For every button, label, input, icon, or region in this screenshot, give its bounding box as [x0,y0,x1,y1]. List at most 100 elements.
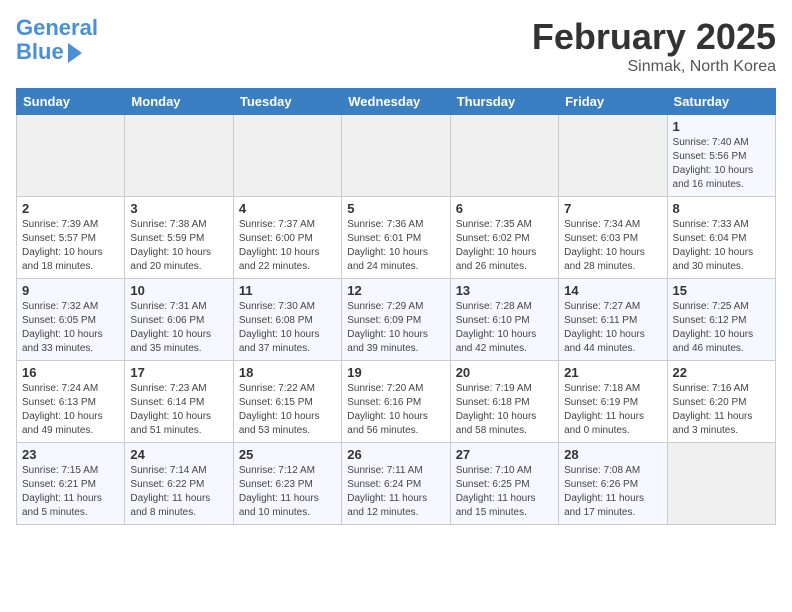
calendar-day-cell: 19 Sunrise: 7:20 AM Sunset: 6:16 PM Dayli… [342,361,450,443]
day-info: Sunrise: 7:40 AM Sunset: 5:56 PM Dayligh… [673,136,770,192]
day-number: 3 [130,201,227,216]
day-info: Sunrise: 7:34 AM Sunset: 6:03 PM Dayligh… [564,218,661,274]
day-number: 12 [347,283,444,298]
calendar-day-cell [17,115,125,197]
col-header-thursday: Thursday [450,89,558,115]
day-number: 17 [130,365,227,380]
calendar-day-cell: 13 Sunrise: 7:28 AM Sunset: 6:10 PM Dayli… [450,279,558,361]
day-number: 20 [456,365,553,380]
calendar-day-cell: 10Sunrise: 7:31 AM Sunset: 6:06 PM Dayli… [125,279,233,361]
day-number: 5 [347,201,444,216]
day-number: 28 [564,447,661,462]
day-info: Sunrise: 7:12 AM Sunset: 6:23 PM Dayligh… [239,464,336,520]
calendar-header-row: SundayMondayTuesdayWednesdayThursdayFrid… [17,89,776,115]
calendar-day-cell: 7 Sunrise: 7:34 AM Sunset: 6:03 PM Daylig… [559,197,667,279]
day-number: 16 [22,365,119,380]
calendar-week-row: 16 Sunrise: 7:24 AM Sunset: 6:13 PM Dayli… [17,361,776,443]
calendar-table: SundayMondayTuesdayWednesdayThursdayFrid… [16,88,776,525]
calendar-day-cell: 9 Sunrise: 7:32 AM Sunset: 6:05 PM Daylig… [17,279,125,361]
col-header-friday: Friday [559,89,667,115]
col-header-sunday: Sunday [17,89,125,115]
day-info: Sunrise: 7:14 AM Sunset: 6:22 PM Dayligh… [130,464,227,520]
day-number: 4 [239,201,336,216]
calendar-day-cell: 21 Sunrise: 7:18 AM Sunset: 6:19 PM Dayli… [559,361,667,443]
calendar-day-cell: 5 Sunrise: 7:36 AM Sunset: 6:01 PM Daylig… [342,197,450,279]
day-number: 13 [456,283,553,298]
logo-text: General [16,16,98,40]
calendar-day-cell: 2 Sunrise: 7:39 AM Sunset: 5:57 PM Daylig… [17,197,125,279]
title-block: February 2025 Sinmak, North Korea [532,16,776,76]
location: Sinmak, North Korea [532,58,776,76]
day-number: 21 [564,365,661,380]
calendar-day-cell: 1 Sunrise: 7:40 AM Sunset: 5:56 PM Daylig… [667,115,775,197]
day-info: Sunrise: 7:20 AM Sunset: 6:16 PM Dayligh… [347,382,444,438]
calendar-day-cell: 14Sunrise: 7:27 AM Sunset: 6:11 PM Dayli… [559,279,667,361]
day-number: 11 [239,283,336,298]
calendar-week-row: 1 Sunrise: 7:40 AM Sunset: 5:56 PM Daylig… [17,115,776,197]
calendar-day-cell: 12 Sunrise: 7:29 AM Sunset: 6:09 PM Dayli… [342,279,450,361]
page-header: General Blue February 2025 Sinmak, North… [16,16,776,76]
calendar-day-cell [667,443,775,525]
month-title: February 2025 [532,16,776,58]
calendar-day-cell: 6 Sunrise: 7:35 AM Sunset: 6:02 PM Daylig… [450,197,558,279]
day-info: Sunrise: 7:24 AM Sunset: 6:13 PM Dayligh… [22,382,119,438]
day-number: 23 [22,447,119,462]
day-info: Sunrise: 7:38 AM Sunset: 5:59 PM Dayligh… [130,218,227,274]
day-info: Sunrise: 7:35 AM Sunset: 6:02 PM Dayligh… [456,218,553,274]
day-info: Sunrise: 7:10 AM Sunset: 6:25 PM Dayligh… [456,464,553,520]
day-number: 27 [456,447,553,462]
day-number: 26 [347,447,444,462]
logo-general: General [16,15,98,40]
day-number: 25 [239,447,336,462]
day-number: 1 [673,119,770,134]
calendar-day-cell: 8 Sunrise: 7:33 AM Sunset: 6:04 PM Daylig… [667,197,775,279]
calendar-day-cell [559,115,667,197]
calendar-week-row: 9 Sunrise: 7:32 AM Sunset: 6:05 PM Daylig… [17,279,776,361]
day-number: 15 [673,283,770,298]
calendar-day-cell: 17 Sunrise: 7:23 AM Sunset: 6:14 PM Dayli… [125,361,233,443]
day-info: Sunrise: 7:16 AM Sunset: 6:20 PM Dayligh… [673,382,770,438]
day-info: Sunrise: 7:18 AM Sunset: 6:19 PM Dayligh… [564,382,661,438]
logo: General Blue [16,16,98,64]
calendar-day-cell: 18Sunrise: 7:22 AM Sunset: 6:15 PM Dayli… [233,361,341,443]
calendar-day-cell [450,115,558,197]
calendar-day-cell [342,115,450,197]
calendar-day-cell: 22 Sunrise: 7:16 AM Sunset: 6:20 PM Dayli… [667,361,775,443]
calendar-day-cell [233,115,341,197]
day-number: 6 [456,201,553,216]
day-info: Sunrise: 7:39 AM Sunset: 5:57 PM Dayligh… [22,218,119,274]
day-number: 22 [673,365,770,380]
day-number: 8 [673,201,770,216]
calendar-day-cell [125,115,233,197]
calendar-day-cell: 26Sunrise: 7:11 AM Sunset: 6:24 PM Dayli… [342,443,450,525]
calendar-day-cell: 28Sunrise: 7:08 AM Sunset: 6:26 PM Dayli… [559,443,667,525]
day-number: 2 [22,201,119,216]
calendar-day-cell: 15 Sunrise: 7:25 AM Sunset: 6:12 PM Dayli… [667,279,775,361]
day-info: Sunrise: 7:32 AM Sunset: 6:05 PM Dayligh… [22,300,119,356]
day-number: 24 [130,447,227,462]
col-header-saturday: Saturday [667,89,775,115]
day-number: 19 [347,365,444,380]
logo-arrow-icon [68,43,82,63]
logo-blue: Blue [16,40,64,64]
day-info: Sunrise: 7:29 AM Sunset: 6:09 PM Dayligh… [347,300,444,356]
day-info: Sunrise: 7:37 AM Sunset: 6:00 PM Dayligh… [239,218,336,274]
day-info: Sunrise: 7:33 AM Sunset: 6:04 PM Dayligh… [673,218,770,274]
day-info: Sunrise: 7:25 AM Sunset: 6:12 PM Dayligh… [673,300,770,356]
day-info: Sunrise: 7:36 AM Sunset: 6:01 PM Dayligh… [347,218,444,274]
day-number: 14 [564,283,661,298]
day-info: Sunrise: 7:15 AM Sunset: 6:21 PM Dayligh… [22,464,119,520]
calendar-day-cell: 27 Sunrise: 7:10 AM Sunset: 6:25 PM Dayli… [450,443,558,525]
day-info: Sunrise: 7:28 AM Sunset: 6:10 PM Dayligh… [456,300,553,356]
day-info: Sunrise: 7:23 AM Sunset: 6:14 PM Dayligh… [130,382,227,438]
day-number: 9 [22,283,119,298]
calendar-week-row: 2 Sunrise: 7:39 AM Sunset: 5:57 PM Daylig… [17,197,776,279]
day-info: Sunrise: 7:31 AM Sunset: 6:06 PM Dayligh… [130,300,227,356]
calendar-day-cell: 16 Sunrise: 7:24 AM Sunset: 6:13 PM Dayli… [17,361,125,443]
calendar-day-cell: 20Sunrise: 7:19 AM Sunset: 6:18 PM Dayli… [450,361,558,443]
day-info: Sunrise: 7:22 AM Sunset: 6:15 PM Dayligh… [239,382,336,438]
calendar-day-cell: 23 Sunrise: 7:15 AM Sunset: 6:21 PM Dayli… [17,443,125,525]
calendar-day-cell: 24 Sunrise: 7:14 AM Sunset: 6:22 PM Dayli… [125,443,233,525]
calendar-day-cell: 25 Sunrise: 7:12 AM Sunset: 6:23 PM Dayli… [233,443,341,525]
day-number: 7 [564,201,661,216]
